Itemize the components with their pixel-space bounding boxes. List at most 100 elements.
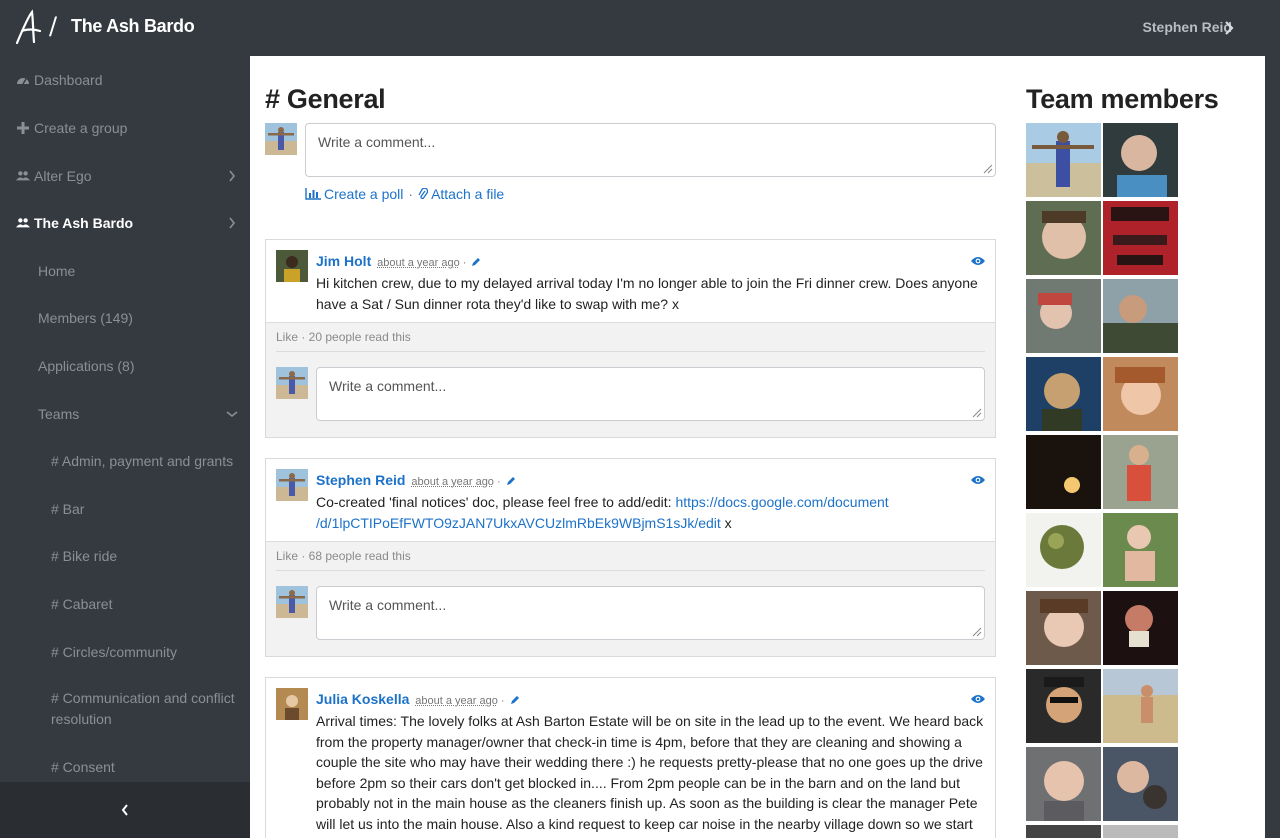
comment-input[interactable]: Write a comment... — [305, 123, 996, 177]
post-body: Julia Koskella about a year ago · Arriva… — [266, 678, 995, 838]
team-member-photo[interactable] — [1026, 669, 1101, 743]
team-member-photo[interactable] — [1103, 591, 1178, 665]
sidebar-item-create-group[interactable]: Create a group — [0, 108, 250, 148]
team-member-photo[interactable] — [1026, 513, 1101, 587]
sidebar-item-home[interactable]: Home — [0, 251, 250, 291]
team-member-photo[interactable] — [1103, 279, 1178, 353]
eye-icon[interactable] — [971, 694, 985, 704]
logo-icon[interactable] — [14, 9, 42, 45]
team-member-photo[interactable] — [1026, 435, 1101, 509]
sidebar-item-team-cabaret[interactable]: # Cabaret — [0, 584, 250, 624]
breadcrumb-separator: / — [49, 12, 58, 40]
post-timestamp[interactable]: about a year ago — [377, 257, 460, 269]
team-member-photo[interactable] — [1026, 279, 1101, 353]
post-text: Co-created 'final notices' doc, please f… — [316, 492, 986, 533]
sidebar-item-team-admin[interactable]: # Admin, payment and grants — [0, 441, 250, 481]
post-meta: Like · 20 people read this — [276, 330, 411, 344]
user-menu[interactable]: Stephen Reid — [1143, 19, 1232, 35]
comment-input[interactable]: Write a comment... — [316, 586, 985, 640]
sidebar-item-team-circles[interactable]: # Circles/community — [0, 632, 250, 672]
avatar — [276, 367, 308, 399]
team-member-photo[interactable] — [1103, 825, 1178, 838]
sidebar-item-alter-ego[interactable]: Alter Ego — [0, 156, 250, 196]
divider — [276, 570, 985, 571]
paperclip-icon — [418, 187, 429, 199]
chevron-down-icon — [226, 411, 238, 418]
sidebar-item-teams[interactable]: Teams — [0, 394, 250, 434]
author-avatar[interactable] — [276, 688, 308, 720]
team-member-photo[interactable] — [1103, 201, 1178, 275]
resize-handle-icon[interactable] — [970, 406, 982, 418]
post-author-line: Stephen Reid about a year ago · — [316, 472, 516, 488]
sidebar-item-label: Dashboard — [34, 72, 103, 88]
plus-icon — [17, 122, 29, 134]
team-member-photo[interactable] — [1103, 435, 1178, 509]
sidebar-item-label: Home — [38, 263, 76, 279]
sidebar-item-dashboard[interactable]: Dashboard — [0, 60, 250, 100]
eye-icon[interactable] — [971, 256, 985, 266]
team-member-photo[interactable] — [1026, 591, 1101, 665]
chevron-right-icon[interactable] — [1224, 20, 1234, 36]
team-member-photo[interactable] — [1026, 747, 1101, 821]
sidebar-item-team-communication[interactable]: # Communication and conflict resolution — [0, 682, 250, 730]
pencil-icon[interactable] — [506, 476, 516, 486]
resize-handle-icon[interactable] — [970, 625, 982, 637]
group-title-link[interactable]: The Ash Bardo — [71, 16, 195, 37]
chevron-right-icon — [229, 217, 236, 229]
post-text-before: Co-created 'final notices' doc, please f… — [316, 494, 676, 510]
post-timestamp[interactable]: about a year ago — [415, 695, 498, 707]
sidebar-item-members[interactable]: Members (149) — [0, 298, 250, 338]
team-member-photo[interactable] — [1103, 669, 1178, 743]
sidebar-item-team-consent[interactable]: # Consent — [0, 747, 250, 787]
post-author-link[interactable]: Stephen Reid — [316, 472, 405, 488]
sidebar-item-team-bar[interactable]: # Bar — [0, 489, 250, 529]
sidebar-item-label: # Consent — [51, 759, 115, 775]
sidebar-item-label: # Communication and conflict resolution — [51, 690, 235, 727]
team-member-photo[interactable] — [1103, 357, 1178, 431]
page-scrollbar[interactable] — [1265, 56, 1280, 838]
sidebar-item-ash-bardo[interactable]: The Ash Bardo — [0, 203, 250, 243]
divider — [276, 351, 985, 352]
post-meta: Like · 68 people read this — [276, 549, 411, 563]
author-avatar[interactable] — [276, 469, 308, 501]
top-navbar: / The Ash Bardo Stephen Reid — [0, 0, 1280, 56]
resize-handle-icon[interactable] — [981, 162, 993, 174]
sidebar-item-label: Teams — [38, 406, 80, 422]
sidebar-item-label: Create a group — [34, 120, 128, 136]
team-member-photo[interactable] — [1103, 123, 1178, 197]
team-member-photo[interactable] — [1103, 513, 1178, 587]
users-icon — [16, 171, 30, 181]
users-icon — [16, 218, 30, 228]
create-poll-link[interactable]: Create a poll — [324, 186, 403, 202]
sidebar-item-team-bike-ride[interactable]: # Bike ride — [0, 536, 250, 576]
post-author-line: Julia Koskella about a year ago · — [316, 691, 520, 707]
comment-input[interactable]: Write a comment... — [316, 367, 985, 421]
post-card: Julia Koskella about a year ago · Arriva… — [265, 677, 996, 838]
team-member-photo[interactable] — [1026, 357, 1101, 431]
team-member-photo[interactable] — [1103, 747, 1178, 821]
sidebar-item-label: Applications (8) — [38, 358, 135, 374]
sidebar-item-applications[interactable]: Applications (8) — [0, 346, 250, 386]
pencil-icon[interactable] — [471, 257, 481, 267]
post-author-link[interactable]: Jim Holt — [316, 253, 371, 269]
team-member-photo[interactable] — [1026, 201, 1101, 275]
page-title: # General — [265, 84, 386, 114]
comment-placeholder: Write a comment... — [318, 134, 436, 150]
team-members-title: Team members — [1026, 84, 1219, 114]
pencil-icon[interactable] — [510, 695, 520, 705]
author-avatar[interactable] — [276, 250, 308, 282]
attach-file-link[interactable]: Attach a file — [431, 186, 504, 202]
sidebar-item-label: # Circles/community — [51, 644, 178, 660]
dashboard-icon — [17, 78, 29, 85]
post-author-link[interactable]: Julia Koskella — [316, 691, 409, 707]
chevron-left-icon[interactable] — [120, 802, 130, 818]
sidebar-collapse-bar[interactable] — [0, 782, 250, 838]
sidebar-item-label: # Bar — [51, 501, 85, 517]
team-member-photo[interactable] — [1026, 825, 1101, 838]
post-body: Stephen Reid about a year ago · Co-creat… — [266, 459, 995, 542]
eye-icon[interactable] — [971, 475, 985, 485]
team-member-photo[interactable] — [1026, 123, 1101, 197]
doc-link-line1: https://docs.google.com/document — [675, 494, 889, 510]
post-timestamp[interactable]: about a year ago — [411, 476, 494, 488]
post-text: Arrival times: The lovely folks at Ash B… — [316, 713, 984, 838]
